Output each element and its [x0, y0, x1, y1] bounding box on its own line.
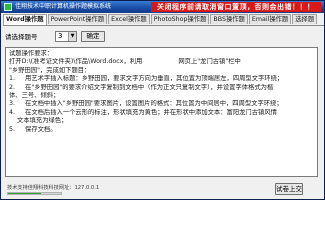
app-window: 佳翔技术中职计算机操作题模拟系统 关闭程序前请取消窗口置顶，否则会出错！！！ W…	[0, 0, 325, 200]
submit-exam-button[interactable]: 试卷上交	[275, 183, 303, 195]
question-line: 1. 用艺术字插入标题：乡野田园，要求文字方向为垂直，其位置为顶端居左，四周型文…	[9, 75, 284, 83]
question-line: 2. 在"乡野田园"的要求介绍文字复制到文档中（作为正文只复制文字），并设置字体…	[9, 83, 274, 91]
tab-bbs[interactable]: BBS操作题	[210, 14, 248, 24]
question-number-label: 请选择题号	[5, 33, 38, 41]
tab-email[interactable]: Email操作题	[248, 14, 292, 24]
question-line: "乡野田园"，完成如下题目：	[9, 66, 91, 74]
chevron-down-icon[interactable]: ▼	[68, 32, 76, 41]
question-line: 5. 保存文档。	[9, 125, 57, 133]
status-bar: 技术支持佳翔科技科技网址：127.0.0.1 试卷上交	[3, 181, 321, 197]
tab-photoshop[interactable]: PhotoShop操作题	[150, 14, 210, 24]
question-line: 体、三号、倾斜；	[9, 92, 60, 100]
app-icon	[4, 3, 12, 11]
question-line: 4. 在文档后插入一个云形的标注，形状填充为黄色；并在形状中添加文本：富阳龙门古…	[9, 108, 277, 116]
window-title: 佳翔技术中职计算机操作题模拟系统	[15, 3, 112, 10]
question-line: 文本填充为绿色；	[9, 117, 68, 125]
question-text-area[interactable]: 试题操作要求： 打开D:\(准考证文件夹)\作品\Word.docx，利用 网页…	[5, 47, 318, 177]
support-info: 技术支持佳翔科技科技网址：127.0.0.1	[7, 185, 100, 191]
question-line: 3. 在文档中插入"乡野田园"要求图片，设置图片的格式：其位置为中间居中，四周型…	[9, 100, 283, 108]
tab-excel[interactable]: Excel操作题	[108, 14, 150, 24]
tab-powerpoint[interactable]: PowerPoint操作题	[47, 14, 108, 24]
progress-fill	[8, 193, 41, 194]
confirm-button[interactable]: 确定	[81, 31, 105, 42]
tab-choice[interactable]: 选择题	[292, 14, 318, 24]
tab-word[interactable]: Word操作题	[3, 14, 47, 25]
warning-banner: 关闭程序前请取消窗口置顶，否则会出错！！！	[151, 2, 321, 12]
question-number-value: 3	[58, 32, 63, 40]
progress-bar	[7, 192, 62, 195]
title-bar: 佳翔技术中职计算机操作题模拟系统 关闭程序前请取消窗口置顶，否则会出错！！！	[1, 1, 324, 13]
tab-bar: Word操作题 PowerPoint操作题 Excel操作题 PhotoShop…	[3, 14, 324, 26]
question-number-select[interactable]: 3 ▼	[55, 31, 77, 42]
question-line: 打开D:\(准考证文件夹)\作品\Word.docx，利用 网页上"龙门古镇"栏…	[9, 58, 241, 66]
question-line: 试题操作要求：	[9, 50, 54, 57]
